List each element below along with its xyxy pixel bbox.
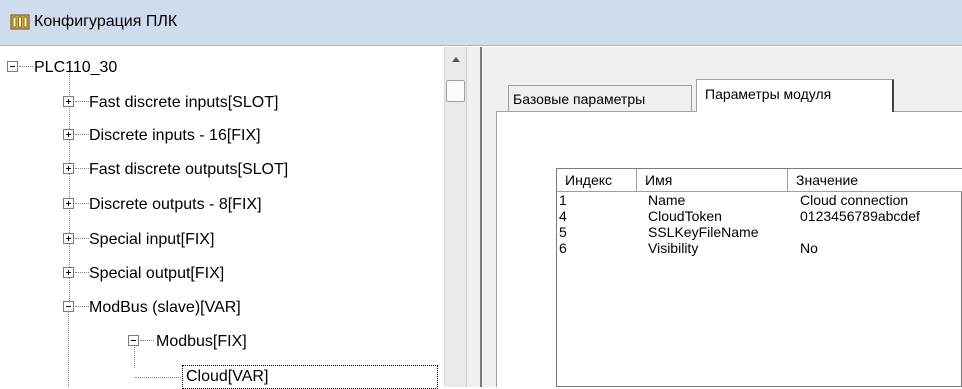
plc-config-icon (10, 14, 30, 30)
collapse-icon[interactable] (7, 61, 18, 72)
scroll-thumb[interactable] (446, 80, 465, 102)
cell-name: Name (648, 192, 686, 208)
tree-node-label: PLC110_30 (34, 59, 118, 76)
expand-icon[interactable] (63, 163, 74, 174)
column-header-name[interactable]: Имя (637, 169, 788, 192)
window-title: Конфигурация ПЛК (34, 13, 178, 30)
parameters-table[interactable]: Индекс Имя Значение 1 Name Cloud connect… (556, 168, 962, 387)
table-row[interactable]: 4 CloudToken 0123456789abcdef (557, 208, 962, 224)
properties-pane: Базовые параметры Параметры модуля Индек… (482, 47, 962, 387)
tree-connector (75, 306, 89, 307)
tree-connector (75, 238, 89, 239)
cell-index: 1 (559, 192, 567, 208)
cell-value: Cloud connection (800, 192, 909, 208)
tree-node-root[interactable]: PLC110_30 (0, 57, 300, 81)
tree-node-discrete-outputs[interactable]: Discrete outputs - 8[FIX] (0, 194, 420, 218)
tree-connector (75, 101, 89, 102)
scroll-up-icon[interactable] (452, 57, 460, 62)
cell-name: CloudToken (648, 208, 722, 224)
cell-name: Visibility (648, 240, 699, 256)
tree-node-label: Special input[FIX] (89, 231, 215, 248)
tree-node-fast-discrete-outputs[interactable]: Fast discrete outputs[SLOT] (0, 159, 420, 183)
tree-connector (19, 66, 33, 67)
cell-index: 4 (559, 208, 567, 224)
expand-icon[interactable] (63, 129, 74, 140)
tree-node-label: Cloud[VAR] (186, 368, 269, 385)
tree-node-fast-discrete-inputs[interactable]: Fast discrete inputs[SLOT] (0, 92, 420, 116)
tree-connector (75, 168, 89, 169)
cell-index: 6 (559, 240, 567, 256)
cell-name: SSLKeyFileName (648, 224, 759, 240)
tree-node-special-input[interactable]: Special input[FIX] (0, 229, 420, 253)
table-row[interactable]: 6 Visibility No (557, 240, 962, 256)
expand-icon[interactable] (63, 267, 74, 278)
tree-connector (75, 134, 89, 135)
expand-icon[interactable] (63, 233, 74, 244)
config-tree[interactable]: PLC110_30 Fast discrete inputs[SLOT] Dis… (0, 47, 444, 389)
expand-icon[interactable] (63, 198, 74, 209)
tree-node-label: Fast discrete outputs[SLOT] (89, 161, 289, 178)
tree-node-label: ModBus (slave)[VAR] (89, 299, 241, 316)
table-row[interactable]: 5 SSLKeyFileName (557, 224, 962, 240)
collapse-icon[interactable] (63, 301, 74, 312)
tree-node-label: Discrete outputs - 8[FIX] (89, 196, 262, 213)
tree-node-label: Special output[FIX] (89, 265, 225, 282)
tree-node-cloud[interactable]: Cloud[VAR] (0, 365, 444, 389)
expand-icon[interactable] (63, 96, 74, 107)
tree-node-label: Modbus[FIX] (156, 333, 247, 350)
table-header: Индекс Имя Значение (557, 169, 962, 192)
tree-connector (75, 272, 89, 273)
tree-node-label: Fast discrete inputs[SLOT] (89, 94, 279, 111)
column-header-value[interactable]: Значение (788, 169, 962, 192)
cell-value: 0123456789abcdef (800, 208, 920, 224)
cell-value: No (800, 240, 818, 256)
tree-vertical-scrollbar[interactable] (444, 47, 466, 387)
tab-base-parameters[interactable]: Базовые параметры (508, 85, 692, 111)
table-row[interactable]: 1 Name Cloud connection (557, 192, 962, 208)
window-title-bar: Конфигурация ПЛК (0, 0, 962, 46)
tree-node-discrete-inputs[interactable]: Discrete inputs - 16[FIX] (0, 125, 420, 149)
tree-node-special-output[interactable]: Special output[FIX] (0, 263, 420, 287)
tree-connector (135, 377, 181, 378)
tree-node-modbus-slave[interactable]: ModBus (slave)[VAR] (0, 297, 420, 321)
tree-node-modbus-fix[interactable]: Modbus[FIX] (0, 331, 420, 355)
tree-connector (140, 340, 154, 341)
tree-connector (75, 203, 89, 204)
column-header-index[interactable]: Индекс (557, 169, 637, 192)
tree-node-label: Discrete inputs - 16[FIX] (89, 127, 261, 144)
tab-module-parameters[interactable]: Параметры модуля (696, 79, 894, 112)
cell-index: 5 (559, 224, 567, 240)
collapse-icon[interactable] (128, 335, 139, 346)
